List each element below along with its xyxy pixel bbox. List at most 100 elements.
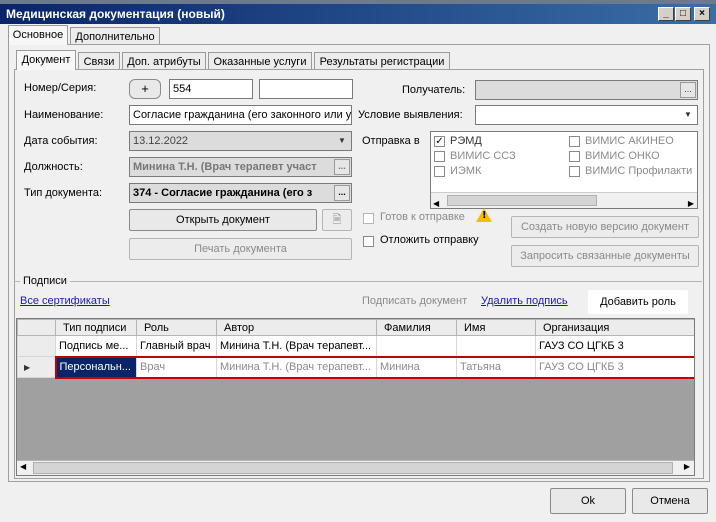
column-header[interactable]: Имя: [456, 319, 536, 336]
position-value: Минина Т.Н. (Врач терапевт участ: [133, 161, 317, 173]
tab-document-label: Документ: [21, 54, 71, 66]
recipient-ellipsis-button[interactable]: ...: [680, 82, 696, 98]
doctype-field[interactable]: 374 - Согласие гражданина (его з ...: [129, 183, 352, 203]
open-document-button[interactable]: Открыть документ: [129, 209, 317, 231]
table-cell[interactable]: ГАУЗ СО ЦГКБ 3: [535, 355, 694, 379]
warning-icon-mark: !: [482, 210, 487, 221]
date-field[interactable]: 13.12.2022 ▼: [129, 131, 352, 151]
date-value: 13.12.2022: [133, 135, 189, 147]
scroll-right-icon[interactable]: ▶: [688, 195, 694, 208]
column-header[interactable]: Тип подписи: [55, 319, 137, 336]
ready-to-send-label: Готов к отправке: [380, 211, 465, 223]
all-certificates-link[interactable]: Все сертификаты: [20, 295, 110, 307]
create-version-button[interactable]: Создать новую версию документ: [511, 216, 699, 238]
send-target-label: ИЭМК: [450, 165, 482, 177]
send-target-checkbox-profilaktika[interactable]: [569, 166, 580, 177]
table-cell[interactable]: Татьяна: [456, 355, 536, 379]
table-cell-selected[interactable]: Персональн...: [54, 355, 137, 379]
ok-button[interactable]: Ok: [550, 488, 626, 514]
send-target-label: ВИМИС Профилактика: [585, 165, 693, 177]
doctype-label: Тип документа:: [24, 187, 103, 199]
number-field[interactable]: 554: [169, 79, 253, 99]
maximize-icon[interactable]: □: [675, 7, 691, 21]
doctype-ellipsis-button[interactable]: ...: [334, 185, 350, 201]
minimize-icon[interactable]: _: [658, 7, 674, 21]
table-cell[interactable]: Подпись ме...: [55, 335, 137, 357]
column-header[interactable]: Организация: [535, 319, 694, 336]
postpone-send-label: Отложить отправку: [380, 234, 479, 246]
position-label: Должность:: [24, 161, 83, 173]
tab-links[interactable]: Связи: [78, 52, 120, 70]
table-cell[interactable]: Минина Т.Н. (Врач терапевт...: [216, 335, 377, 357]
column-header[interactable]: Автор: [216, 319, 377, 336]
table-cell[interactable]: Минина: [376, 355, 457, 379]
tab-registration-results[interactable]: Результаты регистрации: [314, 52, 450, 70]
send-targets-list[interactable]: ✓ РЭМД ВИМИС АКИНЕО ВИМИС ССЗ ВИМИС ОНКО…: [430, 131, 698, 209]
window-titlebar: Медицинская документация (новый) _ □ ×: [0, 4, 716, 24]
send-target-checkbox-onko[interactable]: [569, 151, 580, 162]
table-cell[interactable]: [456, 335, 536, 357]
tab-basic[interactable]: Основное: [8, 25, 68, 45]
send-label: Отправка в: [362, 135, 420, 147]
table-row[interactable]: Подпись ме... Главный врач Минина Т.Н. (…: [17, 335, 694, 357]
table-cell[interactable]: [376, 335, 457, 357]
table-cell[interactable]: ГАУЗ СО ЦГКБ 3: [535, 335, 694, 357]
horizontal-scrollbar[interactable]: ◀ ▶: [431, 192, 697, 208]
add-role-button[interactable]: Добавить роль: [588, 290, 688, 314]
table-cell[interactable]: Врач: [136, 355, 217, 379]
cancel-button[interactable]: Отмена: [632, 488, 708, 514]
scrollbar-thumb[interactable]: [33, 462, 673, 474]
name-field[interactable]: Согласие гражданина (его законного или у: [129, 105, 352, 125]
request-linked-button[interactable]: Запросить связанные документы: [511, 245, 699, 267]
tab-additional-label: Дополнительно: [75, 31, 155, 43]
tab-services[interactable]: Оказанные услуги: [208, 52, 312, 70]
ready-to-send-checkbox[interactable]: [363, 213, 374, 224]
send-target-checkbox-iemk[interactable]: [434, 166, 445, 177]
send-target-checkbox-akineo[interactable]: [569, 136, 580, 147]
date-label: Дата события:: [24, 135, 98, 147]
table-header: Тип подписи Роль Автор Фамилия Имя Орган…: [17, 319, 694, 336]
send-target-checkbox-ssz[interactable]: [434, 151, 445, 162]
chevron-down-icon[interactable]: ▼: [334, 133, 350, 149]
recipient-field[interactable]: ...: [475, 80, 698, 100]
table-cell[interactable]: Главный врач: [136, 335, 217, 357]
column-header[interactable]: Фамилия: [376, 319, 457, 336]
signatures-group-label: Подписи: [20, 275, 70, 287]
window-title: Медицинская документация (новый): [6, 7, 225, 21]
tab-services-label: Оказанные услуги: [213, 56, 307, 68]
chevron-down-icon[interactable]: ▼: [680, 107, 696, 123]
scroll-left-icon[interactable]: ◀: [433, 195, 439, 208]
condition-select[interactable]: ▼: [475, 105, 698, 125]
series-field[interactable]: [259, 79, 353, 99]
condition-label: Условие выявления:: [358, 109, 463, 121]
signatures-table[interactable]: Тип подписи Роль Автор Фамилия Имя Орган…: [16, 318, 695, 476]
table-cell[interactable]: Минина Т.Н. (Врач терапевт...: [216, 355, 377, 379]
tab-document[interactable]: Документ: [16, 50, 76, 70]
sign-document-button[interactable]: Подписать документ: [362, 295, 467, 307]
column-header[interactable]: Роль: [136, 319, 217, 336]
signatures-divider: [14, 281, 702, 282]
scroll-left-icon[interactable]: ◀: [20, 462, 26, 471]
row-indicator: [17, 335, 56, 357]
number-plus-button[interactable]: +: [129, 79, 161, 99]
tab-attributes[interactable]: Доп. атрибуты: [122, 52, 206, 70]
close-icon[interactable]: ×: [694, 7, 710, 21]
print-document-button[interactable]: Печать документа: [129, 238, 352, 260]
tab-registration-results-label: Результаты регистрации: [319, 56, 445, 68]
send-target-checkbox-rmd[interactable]: ✓: [434, 136, 445, 147]
table-row[interactable]: ▶ Персональн... Врач Минина Т.Н. (Врач т…: [17, 355, 694, 379]
document-icon[interactable]: 🗎: [322, 209, 352, 231]
position-ellipsis-button[interactable]: ...: [334, 159, 350, 175]
row-indicator-header: [17, 319, 56, 336]
tab-basic-label: Основное: [12, 29, 64, 41]
name-label: Наименование:: [24, 109, 104, 121]
postpone-send-checkbox[interactable]: [363, 236, 374, 247]
delete-signature-link[interactable]: Удалить подпись: [481, 295, 568, 307]
position-field[interactable]: Минина Т.Н. (Врач терапевт участ ...: [129, 157, 352, 177]
recipient-label: Получатель:: [402, 84, 466, 96]
scroll-right-icon[interactable]: ▶: [684, 462, 690, 471]
doctype-value: 374 - Согласие гражданина (его з: [133, 187, 313, 199]
tab-additional[interactable]: Дополнительно: [70, 27, 160, 45]
scrollbar-thumb[interactable]: [447, 195, 597, 206]
table-horizontal-scrollbar[interactable]: ◀ ▶: [17, 460, 694, 475]
